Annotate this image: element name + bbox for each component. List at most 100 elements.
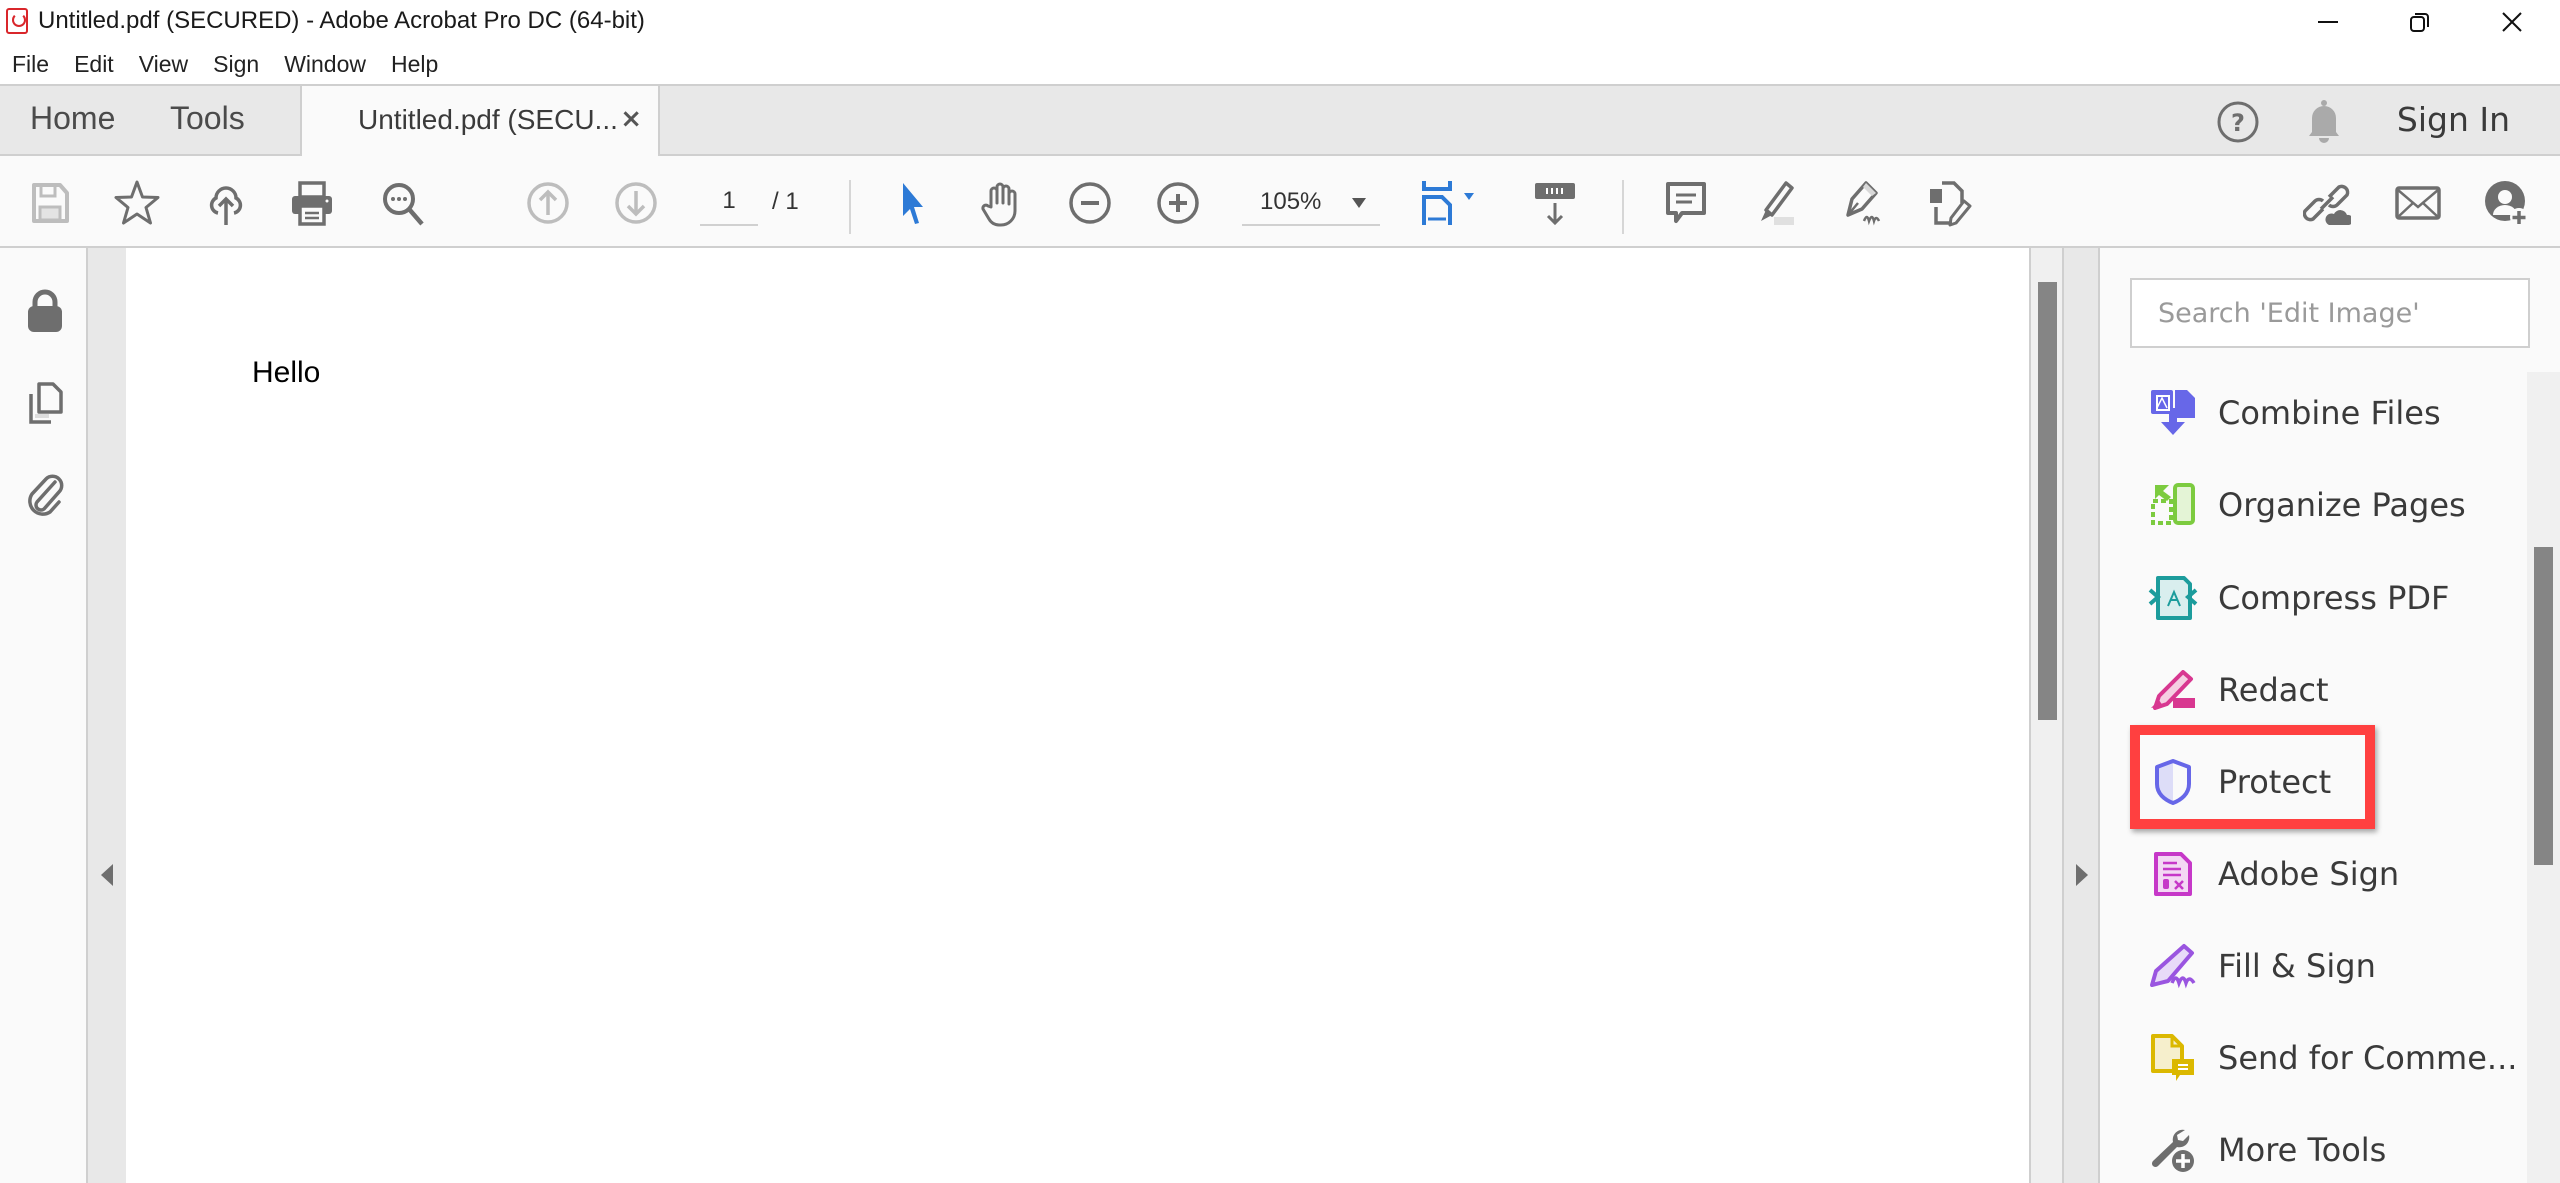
tab-document[interactable]: Untitled.pdf (SECU... × [300, 84, 660, 158]
menu-help[interactable]: Help [391, 51, 438, 78]
organize-pages-icon [2148, 480, 2198, 530]
minimize-icon [2318, 21, 2338, 23]
scrolling-mode-icon [1535, 183, 1575, 226]
tab-home[interactable]: Home [30, 100, 115, 137]
find-button[interactable] [378, 178, 428, 228]
attachments-button[interactable] [22, 472, 68, 518]
tool-fill-sign[interactable]: Fill & Sign [2148, 936, 2528, 996]
hand-tool-icon [981, 182, 1017, 227]
fit-page-button[interactable] [1418, 178, 1482, 228]
tool-redact[interactable]: Redact [2148, 660, 2528, 720]
page-up-icon [527, 182, 569, 224]
tools-pane-scrollbar[interactable] [2527, 372, 2560, 1183]
hand-tool-button[interactable] [976, 178, 1026, 228]
send-for-comment-icon [2148, 1033, 2198, 1083]
document-text: Hello [252, 356, 321, 389]
tool-label: Fill & Sign [2218, 947, 2376, 985]
share-link-button[interactable] [2302, 178, 2352, 228]
minimize-button[interactable] [2282, 0, 2374, 44]
email-button[interactable] [2393, 178, 2443, 228]
security-settings-button[interactable] [22, 288, 68, 334]
tab-tools[interactable]: Tools [170, 100, 245, 137]
close-tab-button[interactable]: × [620, 104, 642, 134]
collapse-right-panel-arrow-icon[interactable] [2076, 864, 2088, 886]
page-total: / 1 [772, 188, 799, 215]
attachments-icon [28, 474, 64, 516]
zoom-level-dropdown[interactable]: 105% [1242, 178, 1380, 226]
bookmark-button[interactable] [112, 178, 162, 228]
title-bar: Untitled.pdf (SECURED) - Adobe Acrobat P… [0, 0, 2560, 44]
close-window-button[interactable] [2466, 0, 2558, 44]
lock-icon [28, 289, 62, 332]
tools-pane-scrollbar-thumb[interactable] [2534, 547, 2553, 865]
add-user-button[interactable] [2482, 178, 2532, 228]
toolbar: / 1 105% [0, 156, 2560, 248]
fill-sign-icon [2148, 941, 2198, 991]
zoom-level-value: 105% [1260, 188, 1322, 215]
bell-icon [2309, 100, 2339, 143]
close-icon [2502, 12, 2522, 32]
zoom-in-icon [1157, 182, 1199, 224]
menu-view[interactable]: View [139, 51, 188, 78]
save-button[interactable] [25, 178, 75, 228]
right-panel-splitter[interactable] [2064, 248, 2100, 1183]
notifications-button[interactable] [2304, 98, 2344, 144]
tool-label: Redact [2218, 671, 2329, 709]
previous-page-button[interactable] [523, 178, 573, 228]
add-user-icon [2485, 181, 2528, 226]
more-tools-icon [2148, 1125, 2198, 1175]
page-thumbnails-button[interactable] [22, 380, 68, 426]
upload-button[interactable] [201, 178, 251, 228]
document-scrollbar-thumb[interactable] [2038, 282, 2057, 720]
tool-organize-pages[interactable]: Organize Pages [2148, 475, 2528, 535]
tool-compress-pdf[interactable]: Compress PDF [2148, 568, 2528, 628]
page-number-input[interactable] [700, 178, 758, 226]
highlight-button[interactable] [1749, 178, 1799, 228]
toolbar-divider [1622, 180, 1624, 234]
svg-text:?: ? [2231, 109, 2245, 137]
save-icon [32, 183, 69, 223]
redact-icon [2148, 665, 2198, 715]
restore-button[interactable] [2374, 0, 2466, 44]
zoom-out-button[interactable] [1065, 178, 1115, 228]
help-circle-icon: ? [2217, 101, 2259, 143]
zoom-out-icon [1069, 182, 1111, 224]
find-icon [383, 183, 424, 226]
tools-pane: Combine Files Organize Pages Compress PD… [2100, 248, 2560, 1183]
highlight-icon [1761, 181, 1794, 225]
document-page[interactable]: Hello [126, 248, 2029, 1183]
tool-label: Organize Pages [2218, 486, 2466, 524]
email-icon [2395, 186, 2441, 220]
select-tool-button[interactable] [888, 178, 938, 228]
menu-edit[interactable]: Edit [74, 51, 114, 78]
sign-in-button[interactable]: Sign In [2397, 100, 2510, 139]
left-panel-splitter[interactable] [88, 248, 126, 1183]
acrobat-pdf-icon [6, 8, 28, 34]
tool-search-input[interactable] [2130, 278, 2530, 348]
document-scrollbar[interactable] [2029, 248, 2064, 1183]
scrolling-mode-button[interactable] [1530, 178, 1580, 228]
help-button[interactable]: ? [2216, 100, 2260, 144]
print-button[interactable] [287, 178, 337, 228]
compress-pdf-icon [2148, 573, 2198, 623]
edit-pdf-icon [1930, 181, 1972, 227]
menu-window[interactable]: Window [284, 51, 366, 78]
protect-highlight-annotation [2130, 725, 2375, 829]
print-icon [292, 181, 332, 226]
tool-label: Compress PDF [2218, 579, 2450, 617]
tool-more-tools[interactable]: More Tools [2148, 1120, 2528, 1180]
next-page-button[interactable] [611, 178, 661, 228]
menu-sign[interactable]: Sign [213, 51, 259, 78]
tool-label: Combine Files [2218, 394, 2441, 432]
edit-pdf-button[interactable] [1925, 178, 1975, 228]
collapse-left-panel-arrow-icon[interactable] [101, 864, 113, 886]
tool-send-for-comments[interactable]: Send for Comme... [2148, 1028, 2528, 1088]
zoom-in-button[interactable] [1153, 178, 1203, 228]
combine-files-icon [2148, 388, 2198, 438]
tool-combine-files[interactable]: Combine Files [2148, 383, 2528, 443]
comment-button[interactable] [1661, 178, 1711, 228]
tool-adobe-sign[interactable]: Adobe Sign [2148, 844, 2528, 904]
toolbar-divider [849, 180, 851, 234]
sign-button[interactable] [1835, 178, 1885, 228]
menu-file[interactable]: File [12, 51, 49, 78]
